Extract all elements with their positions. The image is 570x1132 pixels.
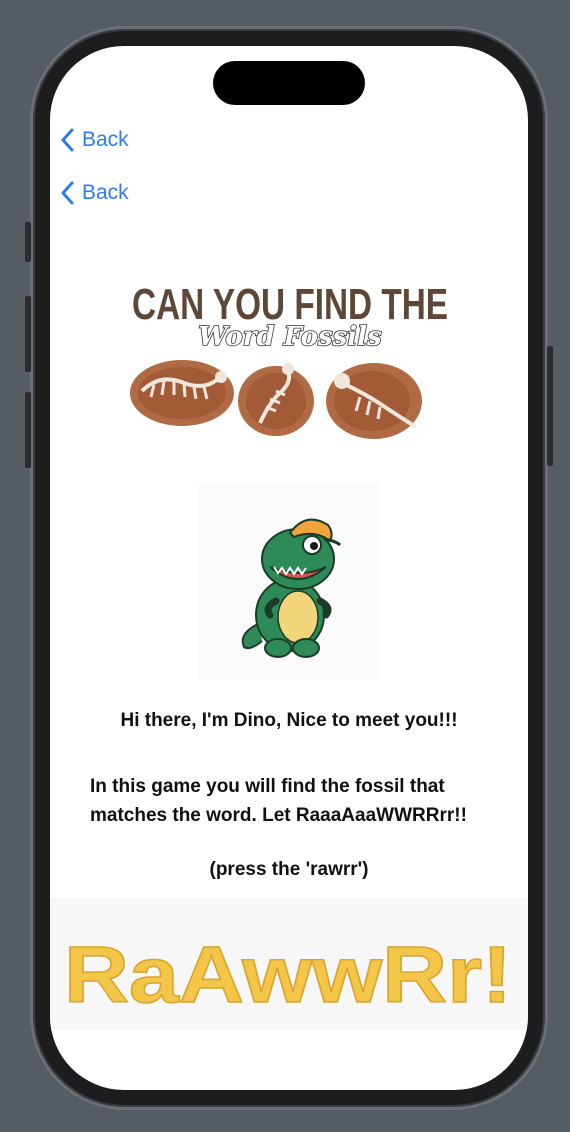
volume-down-button: [25, 392, 31, 468]
fossil-icon-1: [130, 360, 234, 426]
app-screen: Back Back CAN YOU FIND THE Word Fossils: [50, 46, 528, 1090]
intro-text: In this game you will find the fossil th…: [90, 776, 467, 826]
silent-switch: [25, 222, 31, 262]
rawr-label: RaAwwRr!: [64, 930, 512, 1019]
dynamic-island: [213, 61, 365, 105]
fossil-icon-3: [326, 363, 422, 439]
chevron-left-icon: [61, 181, 74, 205]
volume-up-button: [25, 296, 31, 372]
cartoon-dinosaur-icon: [241, 518, 342, 658]
rawr-button-graphic: RaAwwRr!: [63, 929, 513, 1020]
back-label: Back: [82, 128, 129, 151]
chevron-left-icon: [61, 128, 74, 152]
greeting-text: Hi there, I'm Dino, Nice to meet you!!!: [120, 710, 458, 731]
rawr-button[interactable]: RaAwwRr!: [50, 898, 528, 1030]
back-button-2[interactable]: Back: [60, 178, 129, 208]
word-fossils-title-graphic: CAN YOU FIND THE Word Fossils: [130, 280, 448, 439]
back-button-1[interactable]: Back: [60, 125, 129, 155]
back-label: Back: [82, 181, 129, 204]
title-line-2: Word Fossils: [198, 322, 382, 352]
press-hint-text: (press the 'rawrr'): [209, 859, 369, 880]
fossil-icons: [130, 360, 422, 439]
power-button: [547, 346, 553, 466]
fossil-icon-2: [238, 363, 314, 436]
dino-mascot-card: [198, 483, 380, 679]
